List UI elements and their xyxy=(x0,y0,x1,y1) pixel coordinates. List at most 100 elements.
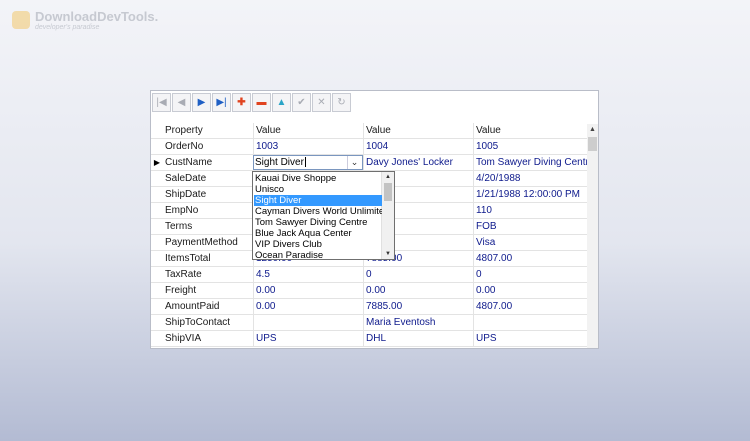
value-cell[interactable]: 0.00 xyxy=(253,299,363,314)
scroll-thumb[interactable] xyxy=(588,137,597,151)
grid-row-taxrate[interactable]: TaxRate 4.5 0 0 xyxy=(151,267,587,283)
row-indicator xyxy=(151,187,163,202)
property-name: AmountPaid xyxy=(165,301,220,312)
value-cell[interactable]: 4.5 xyxy=(253,267,363,282)
property-name: ShipVIA xyxy=(165,333,202,344)
value-cell[interactable]: 4/20/1988 xyxy=(473,171,587,186)
dropdown-scroll-down-icon[interactable]: ▼ xyxy=(382,249,394,259)
dropdown-option[interactable]: Cayman Divers World Unlimited xyxy=(254,206,382,217)
custname-combo-editor[interactable]: Sight Diver ⌄ xyxy=(253,155,363,170)
value-cell[interactable]: Tom Sawyer Diving Centre xyxy=(473,155,587,170)
navigator-buttons: |◀ ◀ ▶ ▶| ✚ ▬ ▲ ✔ ✕ ↻ xyxy=(152,93,352,112)
value-cell[interactable]: 110 xyxy=(473,203,587,218)
row-indicator xyxy=(151,251,163,266)
dropdown-option[interactable]: Sight Diver xyxy=(254,195,382,206)
header-property[interactable]: Property xyxy=(163,123,253,138)
watermark: DownloadDevTools. developer's paradise xyxy=(12,10,158,32)
grid-row-shipvia[interactable]: ShipVIA UPS DHL UPS xyxy=(151,331,587,347)
grid-row-custname[interactable]: ▶ CustName Sight Diver ⌄ Davy Jones' Locker T… xyxy=(151,155,587,171)
grid-row-orderno[interactable]: OrderNo 1003 1004 1005 xyxy=(151,139,587,155)
header-value[interactable]: Value xyxy=(473,123,587,138)
value-cell[interactable]: Maria Eventosh xyxy=(363,315,473,330)
value-cell[interactable]: 4807.00 xyxy=(473,251,587,266)
row-indicator xyxy=(151,299,163,314)
insert-record-icon[interactable]: ✚ xyxy=(232,93,251,112)
property-name: Freight xyxy=(165,285,197,296)
db-navigator: |◀ ◀ ▶ ▶| ✚ ▬ ▲ ✔ ✕ ↻ xyxy=(151,91,598,119)
header-value[interactable]: Value xyxy=(363,123,473,138)
row-indicator xyxy=(151,331,163,346)
value-cell[interactable]: UPS xyxy=(473,331,587,346)
value-cell[interactable]: DHL xyxy=(363,331,473,346)
property-name: ShipDate xyxy=(165,189,207,200)
custname-dropdown-list[interactable]: ▲ ▼ Kauai Dive Shoppe Unisco Sight Diver Ca… xyxy=(252,171,395,260)
row-indicator xyxy=(151,315,163,330)
property-name: ItemsTotal xyxy=(165,253,211,264)
row-indicator xyxy=(151,171,163,186)
value-cell[interactable]: 1005 xyxy=(473,139,587,154)
value-cell[interactable]: 0.00 xyxy=(253,283,363,298)
row-indicator xyxy=(151,203,163,218)
value-cell[interactable]: UPS xyxy=(253,331,363,346)
dropdown-option[interactable]: Tom Sawyer Diving Centre xyxy=(254,217,382,228)
refresh-icon[interactable]: ↻ xyxy=(332,93,351,112)
post-edit-icon[interactable]: ✔ xyxy=(292,93,311,112)
property-name: TaxRate xyxy=(165,269,202,280)
property-name: PaymentMethod xyxy=(165,237,238,248)
grid-row-shiptocontact[interactable]: ShipToContact Maria Eventosh xyxy=(151,315,587,331)
last-record-icon[interactable]: ▶| xyxy=(212,93,231,112)
value-cell[interactable]: 1003 xyxy=(253,139,363,154)
value-cell[interactable]: FOB xyxy=(473,219,587,234)
grid-row-amountpaid[interactable]: AmountPaid 0.00 7885.00 4807.00 xyxy=(151,299,587,315)
watermark-title: DownloadDevTools. xyxy=(35,9,159,24)
row-indicator-icon: ▶ xyxy=(153,158,161,167)
value-cell[interactable] xyxy=(473,315,587,330)
watermark-logo-icon xyxy=(12,11,30,29)
row-indicator xyxy=(151,235,163,250)
scroll-up-icon[interactable]: ▲ xyxy=(587,124,598,135)
watermark-subtitle: developer's paradise xyxy=(35,24,100,31)
row-indicator xyxy=(151,283,163,298)
value-cell[interactable]: Visa xyxy=(473,235,587,250)
dropdown-option[interactable]: Ocean Paradise xyxy=(254,250,382,259)
dropdown-option[interactable]: VIP Divers Club xyxy=(254,239,382,250)
value-cell[interactable]: 0.00 xyxy=(363,283,473,298)
chevron-down-icon[interactable]: ⌄ xyxy=(347,156,361,169)
dropdown-option[interactable]: Kauai Dive Shoppe xyxy=(254,173,382,184)
value-cell[interactable] xyxy=(253,315,363,330)
property-name: OrderNo xyxy=(165,141,204,152)
value-cell[interactable]: 7885.00 xyxy=(363,299,473,314)
property-name: SaleDate xyxy=(165,173,207,184)
value-cell[interactable]: 0.00 xyxy=(473,283,587,298)
grid-header-row: Property Value Value Value xyxy=(151,123,587,139)
first-record-icon[interactable]: |◀ xyxy=(152,93,171,112)
dropdown-scroll-thumb[interactable] xyxy=(384,183,392,201)
value-cell[interactable]: 0 xyxy=(363,267,473,282)
value-cell[interactable]: 4807.00 xyxy=(473,299,587,314)
value-cell[interactable]: 1/21/1988 12:00:00 PM xyxy=(473,187,587,202)
prior-record-icon[interactable]: ◀ xyxy=(172,93,191,112)
dropdown-option[interactable]: Unisco xyxy=(254,184,382,195)
combo-editor-text[interactable]: Sight Diver xyxy=(255,157,304,168)
next-record-icon[interactable]: ▶ xyxy=(192,93,211,112)
grid-vertical-scrollbar[interactable]: ▲ xyxy=(587,124,598,348)
value-cell[interactable]: 1004 xyxy=(363,139,473,154)
delete-record-icon[interactable]: ▬ xyxy=(252,93,271,112)
row-indicator xyxy=(151,139,163,154)
property-name: CustName xyxy=(165,157,213,168)
dropdown-scrollbar[interactable]: ▲ ▼ xyxy=(381,172,394,259)
property-name: EmpNo xyxy=(165,205,199,216)
value-cell[interactable]: Davy Jones' Locker xyxy=(363,155,473,170)
dropdown-scroll-up-icon[interactable]: ▲ xyxy=(382,172,394,182)
value-cell[interactable]: 0 xyxy=(473,267,587,282)
grid-row-freight[interactable]: Freight 0.00 0.00 0.00 xyxy=(151,283,587,299)
row-indicator xyxy=(151,219,163,234)
edit-record-icon[interactable]: ▲ xyxy=(272,93,291,112)
row-indicator xyxy=(151,267,163,282)
property-name: ShipToContact xyxy=(165,317,231,328)
text-caret xyxy=(304,157,306,168)
cancel-edit-icon[interactable]: ✕ xyxy=(312,93,331,112)
header-value[interactable]: Value xyxy=(253,123,363,138)
property-name: Terms xyxy=(165,221,193,232)
dropdown-option[interactable]: Blue Jack Aqua Center xyxy=(254,228,382,239)
